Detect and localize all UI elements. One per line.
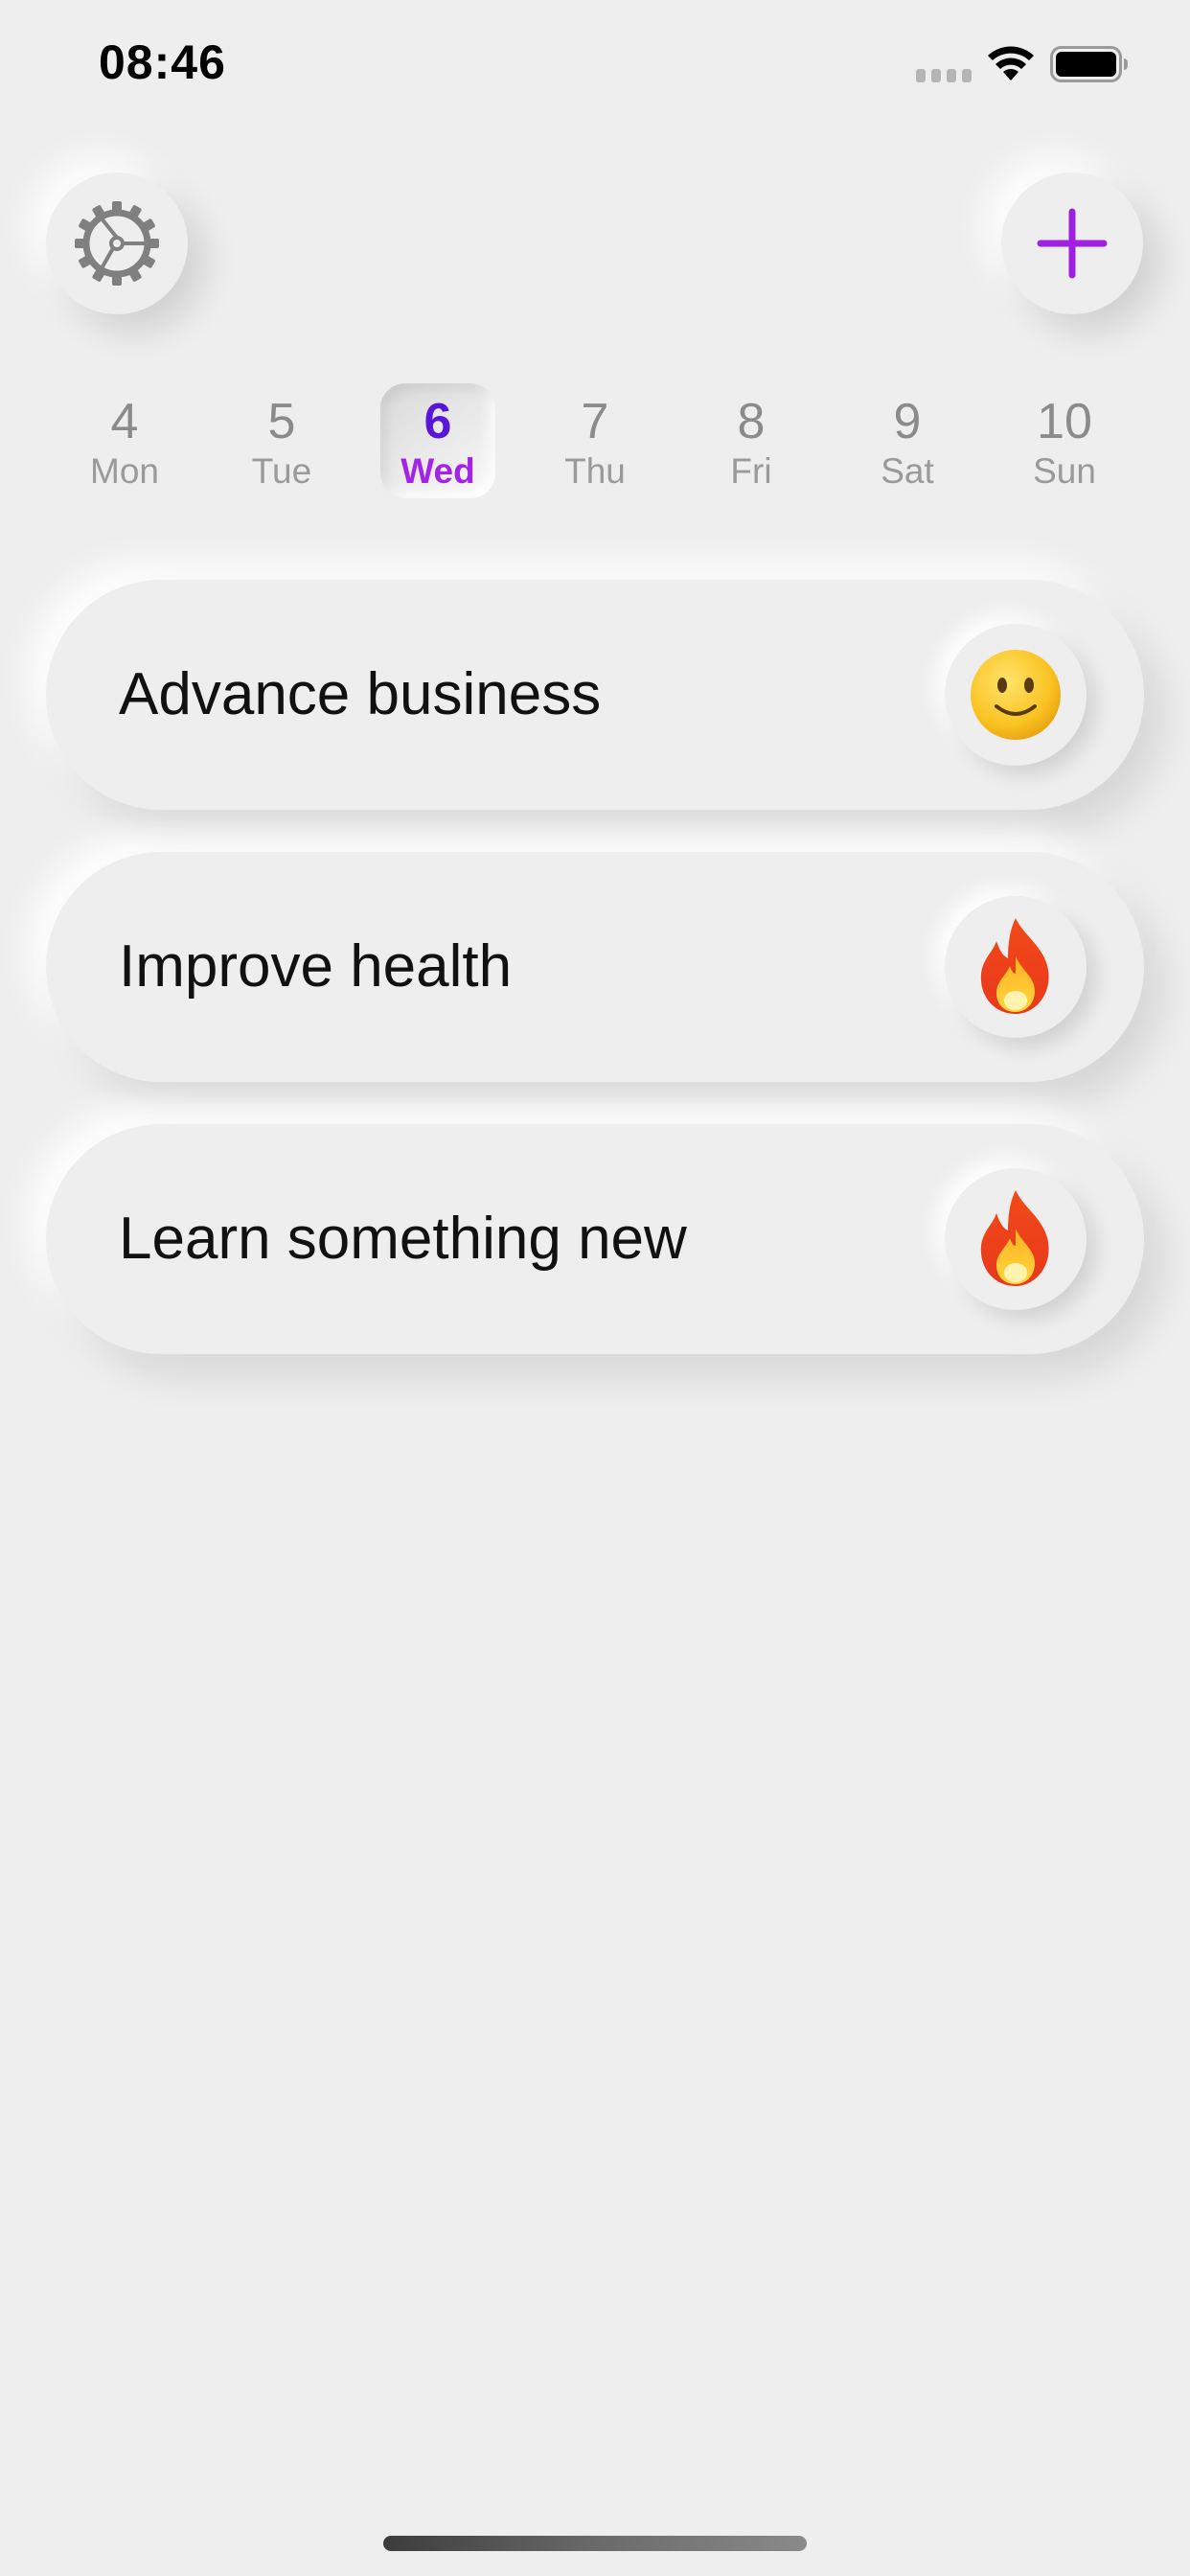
week-strip: 4 Mon 5 Tue 6 Wed 7 Thu 8 Fri 9 Sat 10 S… (0, 383, 1190, 498)
day-name: Fri (730, 451, 772, 491)
settings-button[interactable] (46, 172, 188, 314)
day-tue[interactable]: 5 Tue (224, 383, 339, 498)
day-name: Sun (1033, 451, 1096, 491)
status-bar: 08:46 (0, 0, 1190, 134)
day-fri[interactable]: 8 Fri (694, 383, 809, 498)
day-number: 5 (267, 394, 296, 449)
goal-card[interactable]: Improve health (46, 852, 1144, 1082)
goal-label: Improve health (119, 933, 513, 1000)
day-number: 4 (110, 394, 139, 449)
goal-status-button[interactable] (945, 1168, 1087, 1310)
day-name: Tue (251, 451, 312, 491)
battery-icon (1050, 46, 1128, 82)
goal-label: Learn something new (119, 1206, 687, 1272)
day-number: 9 (893, 394, 922, 449)
day-number: 6 (423, 394, 452, 449)
home-indicator[interactable] (383, 2536, 807, 2551)
day-number: 10 (1037, 394, 1092, 449)
status-time: 08:46 (99, 35, 226, 89)
day-name: Mon (90, 451, 159, 491)
day-number: 8 (737, 394, 766, 449)
slightly-smiling-face-icon (971, 650, 1061, 740)
day-mon[interactable]: 4 Mon (67, 383, 182, 498)
day-name: Sat (881, 451, 934, 491)
plus-icon (1037, 208, 1108, 279)
goal-card[interactable]: Advance business (46, 580, 1144, 810)
fire-icon (980, 918, 1049, 1014)
day-number: 7 (581, 394, 609, 449)
day-name: Wed (400, 451, 475, 491)
day-sun[interactable]: 10 Sun (1007, 383, 1122, 498)
day-wed[interactable]: 6 Wed (380, 383, 495, 498)
day-sat[interactable]: 9 Sat (850, 383, 965, 498)
goal-label: Advance business (119, 661, 602, 727)
add-goal-button[interactable] (1001, 172, 1143, 314)
goal-card[interactable]: Learn something new (46, 1124, 1144, 1354)
fire-icon (980, 1190, 1049, 1286)
goal-status-button[interactable] (945, 896, 1087, 1038)
wifi-icon (988, 46, 1034, 80)
day-thu[interactable]: 7 Thu (538, 383, 652, 498)
gear-icon (75, 201, 159, 286)
goal-status-button[interactable] (945, 624, 1087, 766)
day-name: Thu (564, 451, 626, 491)
cellular-signal-icon (916, 69, 972, 82)
